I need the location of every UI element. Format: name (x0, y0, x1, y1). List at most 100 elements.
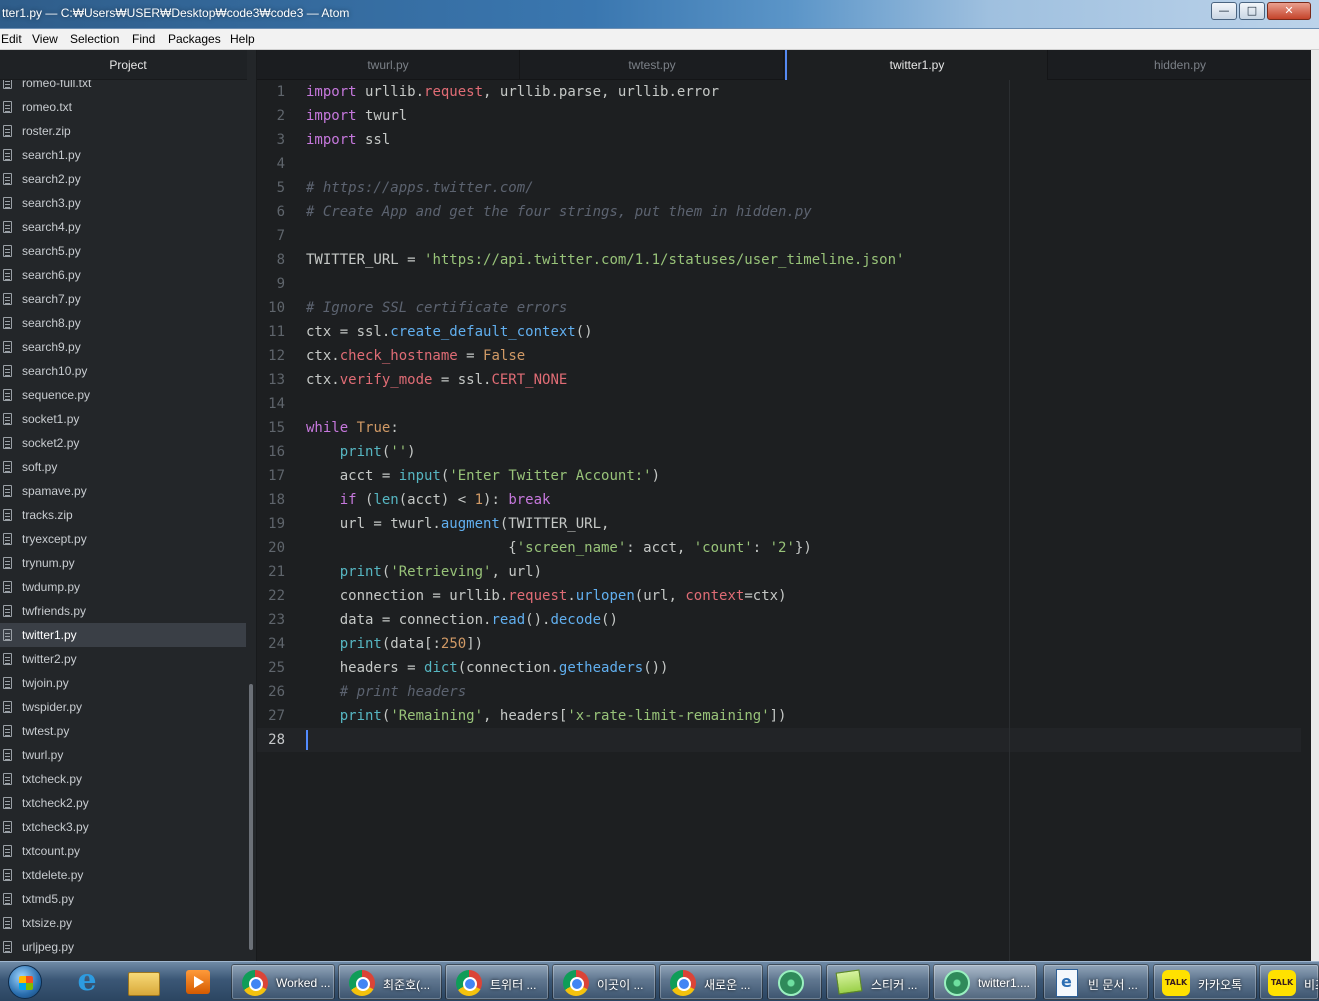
code-line[interactable]: # Create App and get the four strings, p… (306, 200, 812, 224)
media-player-icon[interactable] (182, 966, 216, 998)
code-line[interactable]: TWITTER_URL = 'https://api.twitter.com/1… (306, 248, 904, 272)
taskbar-task[interactable]: 이곳이 ... (552, 964, 656, 1000)
sidebar-scrollbar-thumb[interactable] (249, 684, 253, 950)
file-icon (3, 197, 12, 209)
line-number: 2 (276, 108, 285, 124)
line-number-gutter[interactable]: 1 2 3 4 5 6 7 8 9 10 11 12 13 14 15 16 17 18 19 20 21 22 23 24 2… (257, 80, 297, 961)
internet-explorer-icon[interactable]: e (70, 966, 104, 998)
menu-view[interactable]: View (32, 32, 58, 46)
minimize-button[interactable]: — (1211, 2, 1237, 20)
code-line[interactable]: # print headers (306, 680, 466, 704)
taskbar-task[interactable]: 빈 문서 ... (1043, 964, 1149, 1000)
close-button[interactable]: ✕ (1267, 2, 1311, 20)
file-item[interactable]: txtcount.py (0, 839, 246, 863)
file-item[interactable]: search9.py (0, 335, 246, 359)
file-item[interactable]: twitter2.py (0, 647, 246, 671)
tab-hidden[interactable]: hidden.py (1049, 50, 1312, 80)
file-item-label: twjoin.py (22, 676, 69, 690)
code-line[interactable]: print('') (306, 440, 416, 464)
file-item[interactable]: txtcheck2.py (0, 791, 246, 815)
taskbar-task[interactable] (767, 964, 822, 1000)
line-number: 27 (268, 708, 285, 724)
code-line[interactable]: url = twurl.augment(TWITTER_URL, (306, 512, 610, 536)
menu-packages[interactable]: Packages (168, 32, 221, 46)
taskbar-task[interactable]: twitter1.... (933, 964, 1037, 1000)
file-item[interactable]: txtmd5.py (0, 887, 246, 911)
taskbar-task[interactable]: TALK 카카오톡 (1153, 964, 1257, 1000)
menu-selection[interactable]: Selection (70, 32, 119, 46)
taskbar-task[interactable]: 트위터 ... (445, 964, 549, 1000)
file-item[interactable]: txtsize.py (0, 911, 246, 935)
menu-edit[interactable]: Edit (1, 32, 22, 46)
code-line[interactable]: ctx.check_hostname = False (306, 344, 525, 368)
file-item[interactable]: trynum.py (0, 551, 246, 575)
code-line[interactable]: ctx = ssl.create_default_context() (306, 320, 593, 344)
file-item[interactable]: twjoin.py (0, 671, 246, 695)
code-line[interactable]: connection = urllib.request.urlopen(url,… (306, 584, 787, 608)
window-title-bar[interactable]: tter1.py — C:₩Users₩USER₩Desktop₩code3₩c… (0, 0, 1319, 29)
file-item[interactable]: txtdelete.py (0, 863, 246, 887)
file-item[interactable]: twspider.py (0, 695, 246, 719)
code-line[interactable]: acct = input('Enter Twitter Account:') (306, 464, 660, 488)
code-editor[interactable]: 1 2 3 4 5 6 7 8 9 10 11 12 13 14 15 16 17 18 19 20 21 22 23 24 2… (257, 80, 1311, 961)
taskbar-task-label: 카카오톡 (1198, 978, 1243, 992)
editor-scrollbar[interactable] (1311, 50, 1319, 961)
file-item[interactable]: socket2.py (0, 431, 246, 455)
tab-twitter1[interactable]: twitter1.py (785, 50, 1048, 80)
taskbar-task[interactable]: TALK 비즈 (1259, 964, 1319, 1000)
code-line[interactable]: # https://apps.twitter.com/ (306, 176, 534, 200)
file-item[interactable]: twurl.py (0, 743, 246, 767)
code-line[interactable]: headers = dict(connection.getheaders()) (306, 656, 669, 680)
file-item[interactable]: spamave.py (0, 479, 246, 503)
file-item[interactable]: twdump.py (0, 575, 246, 599)
file-item[interactable]: search6.py (0, 263, 246, 287)
file-item[interactable]: sequence.py (0, 383, 246, 407)
code-line[interactable]: print(data[:250]) (306, 632, 483, 656)
code-line[interactable]: print('Retrieving', url) (306, 560, 542, 584)
code-line[interactable]: ctx.verify_mode = ssl.CERT_NONE (306, 368, 567, 392)
code-line[interactable]: # Ignore SSL certificate errors (306, 296, 567, 320)
code-line[interactable]: import twurl (306, 104, 407, 128)
taskbar-task[interactable]: Worked ... (231, 964, 335, 1000)
file-item[interactable]: search1.py (0, 143, 246, 167)
file-item[interactable]: search4.py (0, 215, 246, 239)
file-item[interactable]: txtcheck.py (0, 767, 246, 791)
file-explorer-icon[interactable] (126, 966, 160, 998)
tab-twurl[interactable]: twurl.py (257, 50, 520, 80)
taskbar-task[interactable]: 최준호(... (338, 964, 442, 1000)
code-line[interactable]: while True: (306, 416, 399, 440)
file-item[interactable]: search10.py (0, 359, 246, 383)
file-item[interactable]: urljpeg.py (0, 935, 246, 959)
taskbar-task[interactable]: 새로운 ... (659, 964, 763, 1000)
code-line[interactable]: if (len(acct) < 1): break (306, 488, 551, 512)
code-line[interactable]: import ssl (306, 128, 390, 152)
file-item[interactable]: roster.zip (0, 119, 246, 143)
file-item[interactable]: tryexcept.py (0, 527, 246, 551)
file-item[interactable]: search2.py (0, 167, 246, 191)
file-item[interactable]: search7.py (0, 287, 246, 311)
tab-twtest[interactable]: twtest.py (521, 50, 784, 80)
file-item[interactable]: txtcheck3.py (0, 815, 246, 839)
file-item[interactable]: soft.py (0, 455, 246, 479)
file-icon (3, 845, 12, 857)
menu-find[interactable]: Find (132, 32, 155, 46)
file-item[interactable]: tracks.zip (0, 503, 246, 527)
sidebar-title[interactable]: Project (0, 50, 256, 80)
file-item[interactable]: twitter1.py (0, 623, 246, 647)
code-line[interactable]: import urllib.request, urllib.parse, url… (306, 80, 719, 104)
maximize-button[interactable]: □ (1239, 2, 1265, 20)
taskbar-task[interactable]: 스티커 ... (826, 964, 930, 1000)
file-item[interactable]: socket1.py (0, 407, 246, 431)
file-item[interactable]: twtest.py (0, 719, 246, 743)
code-line[interactable]: print('Remaining', headers['x-rate-limit… (306, 704, 787, 728)
start-button[interactable] (8, 965, 42, 999)
file-item[interactable]: search8.py (0, 311, 246, 335)
code-line[interactable]: data = connection.read().decode() (306, 608, 618, 632)
file-icon (3, 173, 12, 185)
file-item[interactable]: twfriends.py (0, 599, 246, 623)
menu-help[interactable]: Help (230, 32, 255, 46)
code-line[interactable]: {'screen_name': acct, 'count': '2'}) (306, 536, 811, 560)
file-item[interactable]: search5.py (0, 239, 246, 263)
file-item[interactable]: romeo.txt (0, 95, 246, 119)
file-item[interactable]: search3.py (0, 191, 246, 215)
